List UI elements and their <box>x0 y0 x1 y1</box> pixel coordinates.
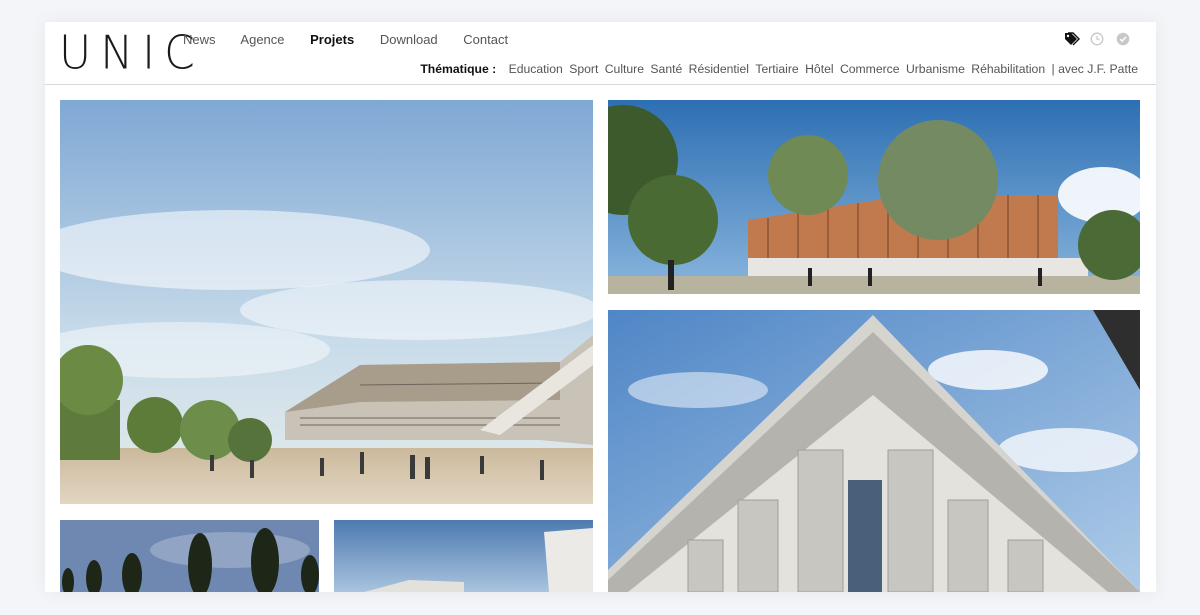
clock-icon[interactable] <box>1090 32 1104 46</box>
filter-tertiaire[interactable]: Tertiaire <box>755 62 798 76</box>
filter-sante[interactable]: Santé <box>650 62 682 76</box>
browser-page: UNIC News Agence Projets Download Contac… <box>45 22 1156 592</box>
project-image <box>608 100 1140 294</box>
nav-download[interactable]: Download <box>380 32 438 47</box>
filter-hotel[interactable]: Hôtel <box>805 62 833 76</box>
filter-avec-jf-patte[interactable]: | avec J.F. Patte <box>1052 62 1138 76</box>
project-image <box>608 310 1140 592</box>
filter-residentiel[interactable]: Résidentiel <box>689 62 749 76</box>
filter-urbanisme[interactable]: Urbanisme <box>906 62 965 76</box>
project-image <box>334 520 593 592</box>
filter-commerce[interactable]: Commerce <box>840 62 900 76</box>
project-image <box>60 520 319 592</box>
tags-icon[interactable] <box>1064 32 1080 46</box>
nav-agence[interactable]: Agence <box>240 32 284 47</box>
filter-rehabilitation[interactable]: Réhabilitation <box>971 62 1045 76</box>
filter-sport[interactable]: Sport <box>569 62 598 76</box>
check-circle-icon[interactable] <box>1116 32 1130 46</box>
site-header: UNIC News Agence Projets Download Contac… <box>45 22 1156 85</box>
project-thumbnail[interactable] <box>60 100 593 504</box>
project-thumbnail[interactable] <box>608 310 1140 592</box>
nav-projets[interactable]: Projets <box>310 32 354 47</box>
thematique-label: Thématique : <box>420 62 497 76</box>
main-nav: News Agence Projets Download Contact <box>183 32 530 47</box>
project-image <box>60 100 593 504</box>
project-thumbnail[interactable] <box>334 520 593 592</box>
header-icons <box>1064 32 1130 46</box>
project-thumbnail[interactable] <box>60 520 319 592</box>
filter-culture[interactable]: Culture <box>605 62 644 76</box>
filter-education[interactable]: Education <box>509 62 563 76</box>
thematique-filter: Thématique : Education Sport Culture San… <box>420 62 1138 76</box>
nav-contact[interactable]: Contact <box>463 32 508 47</box>
project-thumbnail[interactable] <box>608 100 1140 294</box>
nav-news[interactable]: News <box>183 32 216 47</box>
